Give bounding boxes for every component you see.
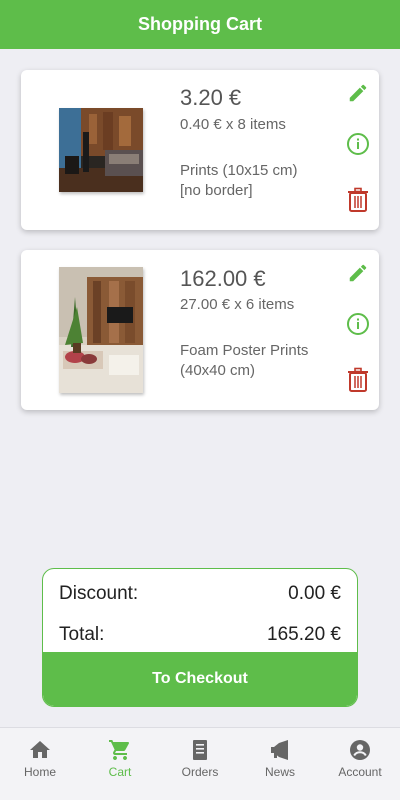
- item-unit-price: 0.40 € x 8 items: [180, 116, 286, 133]
- nav-cart[interactable]: Cart: [80, 728, 160, 800]
- app-header: Shopping Cart: [0, 0, 400, 49]
- item-product-option: (40x40 cm): [180, 362, 256, 379]
- item-price: 162.00 €: [180, 266, 266, 291]
- account-icon: [348, 738, 372, 762]
- nav-orders[interactable]: Orders: [160, 728, 240, 800]
- cart-item: 162.00 € 27.00 € x 6 items Foam Poster P…: [21, 250, 379, 410]
- nav-label: Orders: [181, 765, 219, 779]
- nav-label: Account: [338, 765, 382, 779]
- item-description: Prints (10x15 cm) [no border]: [180, 161, 340, 201]
- edit-button[interactable]: [345, 80, 371, 106]
- info-icon: [347, 133, 369, 155]
- nav-news[interactable]: News: [240, 728, 320, 800]
- total-value: 165.20 €: [267, 624, 341, 645]
- item-description: Foam Poster Prints (40x40 cm): [180, 341, 340, 381]
- nav-label: Home: [23, 765, 56, 779]
- info-button[interactable]: [345, 131, 371, 157]
- trash-icon: [348, 367, 368, 392]
- pencil-icon: [349, 264, 367, 282]
- orders-icon: [188, 738, 212, 762]
- product-thumbnail[interactable]: [59, 267, 143, 393]
- page-title: Shopping Cart: [138, 14, 262, 34]
- discount-row: Discount: 0.00 €: [59, 582, 341, 606]
- total-row: Total: 165.20 €: [59, 623, 341, 647]
- bottom-navigation: Home Cart Orders News Account: [0, 727, 400, 800]
- product-thumbnail[interactable]: [59, 108, 143, 192]
- trash-icon: [348, 187, 368, 212]
- item-product-name: Prints (10x15 cm): [180, 162, 298, 179]
- item-unit-price: 27.00 € x 6 items: [180, 296, 295, 313]
- item-price: 3.20 €: [180, 85, 242, 110]
- nav-home[interactable]: Home: [0, 728, 80, 800]
- order-summary: Discount: 0.00 € Total: 165.20 € To Chec…: [42, 568, 358, 707]
- item-product-option: [no border]: [180, 182, 253, 199]
- nav-label: Cart: [108, 765, 132, 779]
- info-icon: [347, 313, 369, 335]
- item-product-name: Foam Poster Prints: [180, 342, 309, 359]
- total-label: Total:: [59, 624, 105, 645]
- home-icon: [28, 738, 52, 762]
- info-button[interactable]: [345, 311, 371, 337]
- nav-label: News: [264, 765, 295, 779]
- cart-icon: [108, 738, 132, 762]
- pencil-icon: [349, 84, 367, 102]
- checkout-button[interactable]: To Checkout: [43, 652, 357, 706]
- discount-value: 0.00 €: [288, 583, 341, 604]
- cart-item: 3.20 € 0.40 € x 8 items Prints (10x15 cm…: [21, 70, 379, 230]
- nav-account[interactable]: Account: [320, 728, 400, 800]
- edit-button[interactable]: [345, 260, 371, 286]
- delete-button[interactable]: [345, 367, 371, 393]
- discount-label: Discount:: [59, 583, 139, 604]
- megaphone-icon: [268, 738, 292, 762]
- delete-button[interactable]: [345, 187, 371, 213]
